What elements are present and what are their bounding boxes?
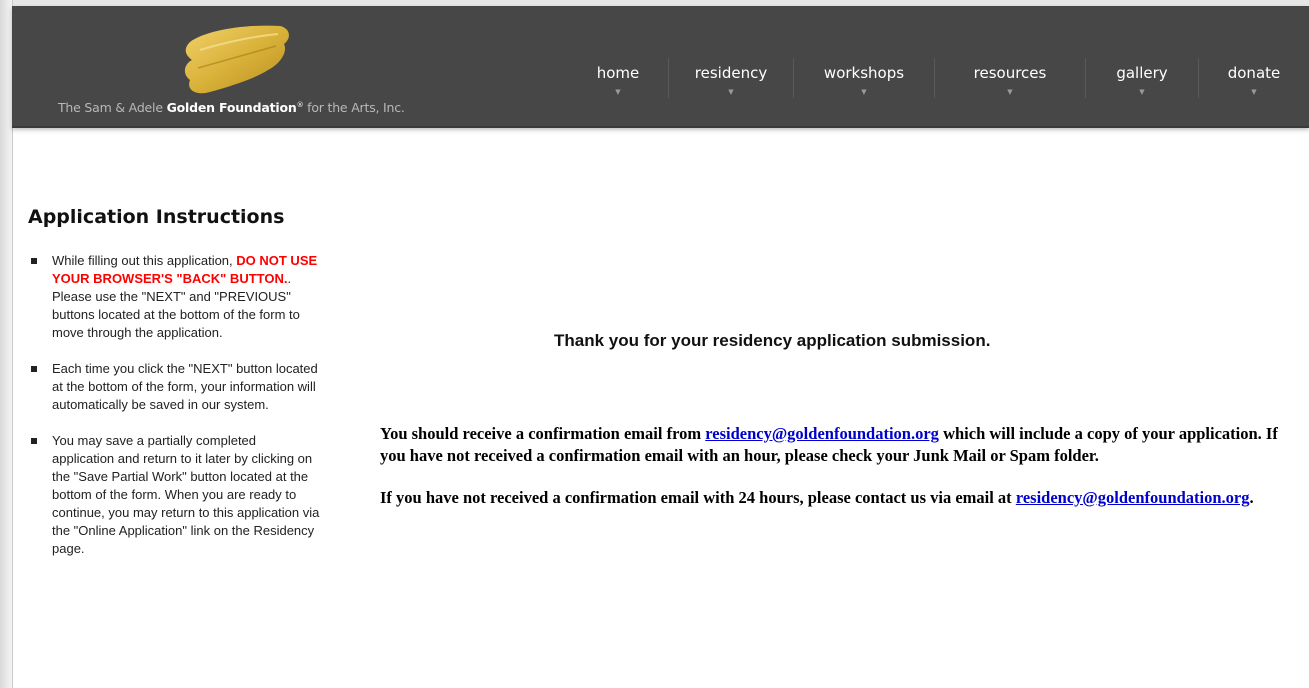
nav-label: workshops: [823, 64, 905, 82]
confirmation-paragraph: You should receive a confirmation email …: [380, 423, 1290, 467]
logo-text-suffix: for the Arts, Inc.: [303, 100, 405, 115]
nav-item-resources[interactable]: resources ▼: [935, 6, 1085, 126]
nav-label: gallery: [1116, 64, 1168, 82]
chevron-down-icon: ▼: [615, 88, 621, 96]
nav-label: residency: [694, 64, 768, 82]
sidebar-title: Application Instructions: [28, 206, 285, 228]
chevron-down-icon: ▼: [1007, 88, 1013, 96]
square-bullet-icon: [31, 366, 37, 372]
confirmation-message: You should receive a confirmation email …: [380, 423, 1290, 529]
main-nav: home ▼ residency ▼ workshops ▼ resources…: [568, 6, 1309, 126]
list-item: You may save a partially completed appli…: [28, 432, 320, 558]
nav-item-gallery[interactable]: gallery ▼: [1086, 6, 1198, 126]
page-title: Thank you for your residency application…: [554, 331, 991, 350]
nav-item-workshops[interactable]: workshops ▼: [794, 6, 934, 126]
nav-label: home: [596, 64, 640, 82]
contact-paragraph: If you have not received a confirmation …: [380, 487, 1290, 509]
nav-label: donate: [1227, 64, 1281, 82]
paragraph-text: You should receive a confirmation email …: [380, 424, 706, 443]
instruction-text: While filling out this application,: [52, 253, 237, 268]
chevron-down-icon: ▼: [728, 88, 734, 96]
chevron-down-icon: ▼: [1139, 88, 1145, 96]
logo-text-name: Golden Foundation: [166, 100, 297, 115]
instruction-text: Each time you click the "NEXT" button lo…: [52, 361, 318, 412]
paragraph-text: If you have not received a confirmation …: [380, 488, 1016, 507]
list-item: While filling out this application, DO N…: [28, 252, 320, 342]
square-bullet-icon: [31, 258, 37, 264]
paragraph-text: .: [1249, 488, 1254, 507]
instructions-list: While filling out this application, DO N…: [28, 252, 328, 558]
nav-item-home[interactable]: home ▼: [568, 6, 668, 126]
instruction-text: You may save a partially completed appli…: [52, 433, 320, 556]
nav-label: resources: [973, 64, 1047, 82]
instructions-sidebar: Application Instructions While filling o…: [28, 205, 328, 576]
chevron-down-icon: ▼: [861, 88, 867, 96]
logo-paint-swash-icon[interactable]: [176, 20, 296, 100]
email-link[interactable]: residency@goldenfoundation.org: [1016, 488, 1250, 507]
email-link[interactable]: residency@goldenfoundation.org: [705, 424, 939, 443]
logo-text[interactable]: The Sam & Adele Golden Foundation® for t…: [58, 100, 405, 115]
chevron-down-icon: ▼: [1251, 88, 1257, 96]
square-bullet-icon: [31, 438, 37, 444]
nav-item-residency[interactable]: residency ▼: [669, 6, 793, 126]
site-header: The Sam & Adele Golden Foundation® for t…: [12, 6, 1309, 128]
list-item: Each time you click the "NEXT" button lo…: [28, 360, 320, 414]
logo-text-prefix: The Sam & Adele: [58, 100, 167, 115]
nav-item-donate[interactable]: donate ▼: [1199, 6, 1309, 126]
